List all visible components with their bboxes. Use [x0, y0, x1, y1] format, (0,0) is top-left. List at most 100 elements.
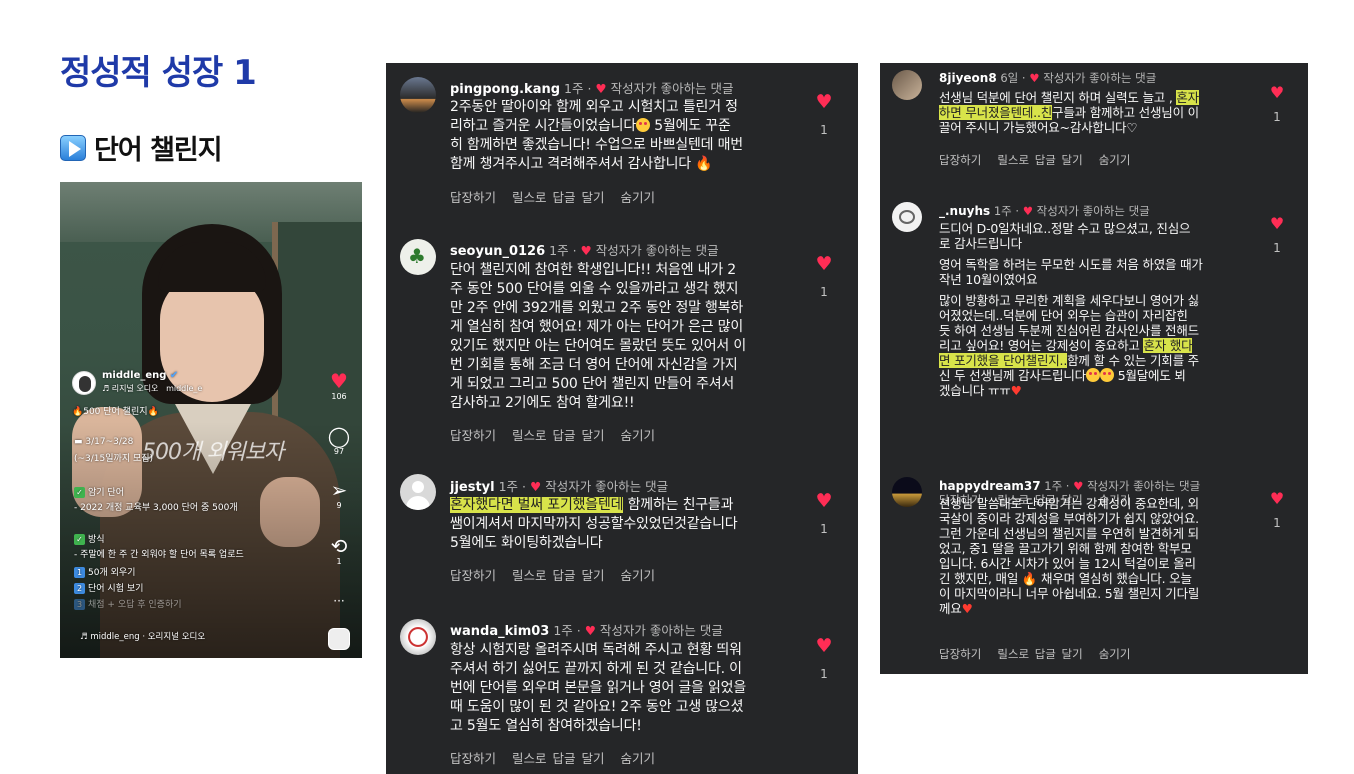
reel-step-3: 3 채점 + 오답 후 인증하기	[74, 597, 182, 610]
section-subtitle: 단어 챌린지	[60, 128, 223, 167]
reel-date-sub: (~3/15일까지 모집)	[74, 454, 154, 464]
comment-like-button[interactable]: ♥	[814, 635, 834, 657]
subtitle-text: 단어 챌린지	[94, 135, 223, 166]
reel-challenge-line: 🔥500 단어 챌린지🔥	[72, 407, 159, 417]
reel-username[interactable]: middle_eng ✔	[102, 370, 178, 381]
reel-memorize-desc: - 2022 개정 교육부 3,000 단어 중 500개	[74, 503, 238, 513]
red-heart-icon: ♥	[1010, 383, 1022, 398]
comment-like-button[interactable]: ♥	[814, 490, 834, 512]
reel-overlay-text: 500개 외워보자	[142, 440, 284, 465]
heart-eyes-emoji-icon	[636, 118, 651, 132]
reel-reply-button[interactable]: 릴스로 답글 달기	[997, 647, 1082, 661]
comment-username[interactable]: jjestyl	[450, 480, 495, 495]
reel-reply-button[interactable]: 릴스로 답글 달기	[512, 751, 604, 766]
page-title: 정성적 성장 1	[60, 53, 257, 93]
heart-icon: ♥	[1073, 479, 1084, 493]
comment-like-button[interactable]: ♥	[1267, 214, 1287, 233]
comment-meta: wanda_kim03 1주 · ♥ 작성자가 좋아하는 댓글	[450, 623, 723, 639]
reply-button[interactable]: 답장하기	[450, 190, 496, 205]
reel-comment-button[interactable]: ◯ 97	[326, 425, 352, 456]
play-icon	[60, 134, 86, 161]
reply-button[interactable]: 답장하기	[939, 153, 981, 167]
reel-memorize-title: ✓ 암기 단어	[74, 485, 124, 498]
user-avatar[interactable]	[400, 474, 436, 510]
reply-button[interactable]: 답장하기	[450, 428, 496, 443]
hide-button[interactable]: 숨기기	[620, 568, 655, 583]
comment-username[interactable]: 8jiyeon8	[939, 71, 997, 85]
comment-like-count: 1	[820, 285, 828, 299]
comments-panel-middle: pingpong.kang 1주 · ♥ 작성자가 좋아하는 댓글 2주동안 딸…	[386, 63, 858, 774]
reel-reply-button[interactable]: 릴스로 답글 달기	[512, 428, 604, 443]
reel-share-button[interactable]: ➢ 9	[326, 479, 352, 510]
heart-icon: ♥	[595, 81, 607, 96]
hide-button[interactable]: 숨기기	[620, 190, 655, 205]
heart-eyes-emoji-icon	[1085, 368, 1100, 382]
hide-button[interactable]: 숨기기	[1099, 153, 1131, 167]
comment-meta: 8jiyeon8 6일 · ♥ 작성자가 좋아하는 댓글	[939, 71, 1157, 85]
comment-meta: _.nuyhs 1주 · ♥ 작성자가 좋아하는 댓글	[939, 204, 1150, 218]
heart-icon: ♥	[1029, 71, 1040, 85]
comment-actions: 답장하기 릴스로 답글 달기 숨기기	[450, 187, 671, 206]
comment-like-count: 1	[820, 123, 828, 137]
heart-eyes-emoji-icon	[1099, 368, 1114, 382]
user-avatar[interactable]	[892, 202, 922, 232]
comment-username[interactable]: wanda_kim03	[450, 624, 549, 639]
reel-date: ▬ 3/17~3/28	[74, 437, 134, 447]
hide-button[interactable]: 숨기기	[1099, 647, 1131, 661]
reel-audio[interactable]: ♬ 리지널 오디오 middle_e	[102, 383, 202, 394]
reel-video[interactable]: middle_eng ✔ ♬ 리지널 오디오 middle_e 🔥500 단어 …	[60, 182, 362, 658]
user-avatar[interactable]	[400, 77, 436, 113]
comment-meta: pingpong.kang 1주 · ♥ 작성자가 좋아하는 댓글	[450, 81, 734, 97]
comment-text: 혼자했다면 벌써 포기했을텐데 함께하는 친구들과 쌤이계셔서 마지막까지 성공…	[450, 497, 738, 551]
comment-like-button[interactable]: ♥	[1267, 489, 1287, 508]
comment-like-count: 1	[1273, 241, 1281, 255]
user-avatar[interactable]	[892, 477, 922, 507]
reel-reply-button[interactable]: 릴스로 답글 달기	[512, 190, 604, 205]
heart-icon: ♥	[1022, 204, 1033, 218]
reel-reply-button[interactable]: 릴스로 답글 달기	[512, 568, 604, 583]
reel-repost-button[interactable]: ⟲ 1	[326, 535, 352, 566]
reel-method-title: ✓ 방식	[74, 532, 105, 545]
reel-audio-thumb[interactable]	[328, 628, 350, 650]
user-avatar[interactable]	[400, 619, 436, 655]
comment-like-count: 1	[1273, 516, 1281, 530]
comment-meta: happydream37 1주 · ♥ 작성자가 좋아하는 댓글	[939, 479, 1201, 493]
comment-actions: 답장하기 릴스로 답글 달기 숨기기	[450, 425, 671, 444]
comment-actions: 답장하기 릴스로 답글 달기 숨기기	[939, 646, 1146, 662]
comment-icon: ◯	[327, 424, 351, 448]
hide-button[interactable]: 숨기기	[620, 751, 655, 766]
comment-like-button[interactable]: ♥	[814, 253, 834, 275]
reel-more-button[interactable]: ···	[326, 594, 352, 608]
fire-emoji-icon: 🔥	[695, 156, 713, 172]
user-avatar[interactable]: ♣	[400, 239, 436, 275]
user-avatar[interactable]	[892, 70, 922, 100]
comment-text: 드디어 D-0일차네요..정말 수고 많으셨고, 진심으 로 감사드립니다 영어 …	[939, 221, 1203, 398]
hide-button[interactable]: 숨기기	[620, 428, 655, 443]
reply-button[interactable]: 답장하기	[450, 568, 496, 583]
comment-username[interactable]: pingpong.kang	[450, 82, 560, 97]
reel-footer-audio[interactable]: ♬ middle_eng · 오리지널 오디오	[80, 630, 205, 642]
heart-icon: ♥	[330, 369, 348, 393]
clover-icon: ♣	[408, 244, 426, 268]
comment-username[interactable]: happydream37	[939, 479, 1041, 493]
comment-meta: jjestyl 1주 · ♥ 작성자가 좋아하는 댓글	[450, 479, 669, 495]
reel-like-button[interactable]: ♥ 106	[326, 370, 352, 401]
comment-like-button[interactable]: ♥	[1267, 83, 1287, 102]
highlighted-text: 혼자했다면 벌써 포기했을텐데	[450, 497, 624, 513]
comment-actions: 답장하기 릴스로 답글 달기 숨기기	[450, 565, 671, 584]
comment-username[interactable]: _.nuyhs	[939, 204, 990, 218]
reply-button[interactable]: 답장하기	[939, 647, 981, 661]
red-heart-icon: ♥	[961, 601, 973, 616]
reel-avatar[interactable]	[72, 371, 96, 395]
reel-reply-button[interactable]: 릴스로 답글 달기	[997, 153, 1082, 167]
reel-step-1: 1 50개 외우기	[74, 565, 135, 578]
comment-like-count: 1	[1273, 110, 1281, 124]
comment-text: 단어 챌린지에 참여한 학생입니다!! 처음엔 내가 2주 동안 500 단어를…	[450, 262, 747, 411]
repost-icon: ⟲	[330, 534, 348, 558]
comment-like-button[interactable]: ♥	[814, 91, 834, 113]
fire-emoji-icon: 🔥	[1021, 571, 1038, 586]
send-icon: ➢	[330, 478, 348, 502]
reel-step-2: 2 단어 시험 보기	[74, 581, 143, 594]
reply-button[interactable]: 답장하기	[450, 751, 496, 766]
comment-username[interactable]: seoyun_0126	[450, 244, 545, 259]
